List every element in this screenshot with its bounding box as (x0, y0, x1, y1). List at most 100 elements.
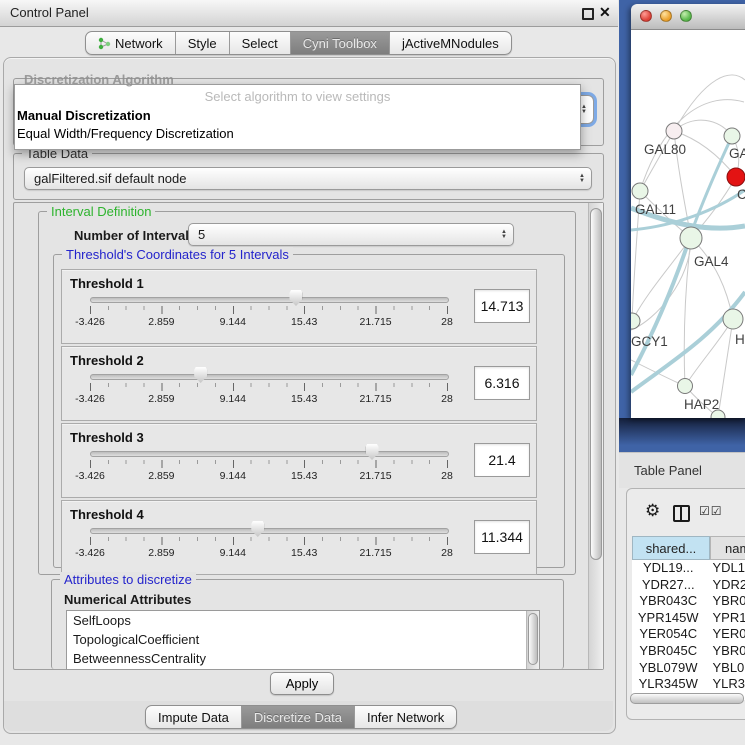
threshold-4-value-field[interactable] (474, 520, 530, 554)
threshold-3-tick-labels: -3.4262.8599.14415.4321.71528 (90, 470, 447, 482)
label-gcy1: GCY1 (631, 334, 668, 349)
threshold-3-value-field[interactable] (474, 443, 530, 477)
threshold-panel-3: Threshold 3 -3.4262.8599.14415.4321.7152… (61, 423, 537, 498)
algorithm-placeholder-option[interactable]: Select algorithm to view settings (15, 89, 580, 104)
attributes-group: Attributes to discretize Numerical Attri… (51, 579, 564, 669)
threshold-panel-4: Threshold 4 -3.4262.8599.14415.4321.7152… (61, 500, 537, 575)
list-scrollbar[interactable] (526, 611, 539, 669)
tab-infer-network[interactable]: Infer Network (355, 706, 456, 728)
threshold-1-ticks (90, 306, 448, 314)
threshold-4-slider-thumb[interactable] (251, 521, 264, 537)
list-item[interactable]: BetweennessCentrality (67, 649, 539, 668)
settings-scrollbar[interactable] (588, 203, 603, 669)
node-hap2[interactable] (678, 379, 693, 394)
zoom-traffic-light-icon[interactable] (680, 10, 692, 22)
threshold-1-value-field[interactable] (474, 289, 530, 323)
settings-scrollbar-thumb[interactable] (590, 208, 602, 560)
minimize-traffic-light-icon[interactable] (660, 10, 672, 22)
list-scrollbar-thumb[interactable] (528, 613, 538, 665)
threshold-3-label: Threshold 3 (70, 430, 144, 445)
table-panel-header: Table Panel (619, 452, 745, 488)
float-window-icon[interactable] (582, 8, 594, 20)
number-of-intervals-value: 5 (198, 227, 205, 242)
threshold-2-slider-thumb[interactable] (194, 367, 207, 383)
stepper-icon: ▲▼ (579, 174, 585, 184)
tab-discretize-data[interactable]: Discretize Data (242, 706, 355, 728)
tab-impute-data[interactable]: Impute Data (146, 706, 242, 728)
label-hap2: HAP2 (684, 397, 719, 412)
threshold-1-tick-labels: -3.4262.8599.14415.4321.71528 (90, 316, 447, 328)
network-icon (98, 37, 111, 50)
threshold-4-slider-track[interactable] (90, 528, 449, 534)
threshold-4-tick-labels: -3.4262.8599.14415.4321.71528 (90, 547, 447, 559)
attributes-title: Attributes to discretize (60, 572, 196, 587)
threshold-2-tick-labels: -3.4262.8599.14415.4321.71528 (90, 393, 447, 405)
label-gal80: GAL80 (644, 142, 686, 157)
threshold-3-slider-track[interactable] (90, 451, 449, 457)
tab-network[interactable]: Network (86, 32, 176, 54)
split-view-icon[interactable] (673, 505, 690, 522)
close-icon[interactable]: ✕ (599, 4, 611, 21)
threshold-4-label: Threshold 4 (70, 507, 144, 522)
table-data-selected: galFiltered.sif default node (34, 171, 186, 186)
column-header-shared-name[interactable]: shared... (632, 536, 710, 560)
node-gal11[interactable] (632, 183, 648, 199)
apply-button[interactable]: Apply (270, 672, 334, 695)
network-canvas[interactable]: GAL80 GA C GAL11 GAL4 GCY1 H HAP2 (631, 30, 745, 418)
table-row[interactable]: YBR045CYBR0 (632, 643, 745, 660)
table-row[interactable]: YDL19...YDL1 (632, 560, 745, 577)
threshold-2-slider-track[interactable] (90, 374, 449, 380)
node-top-right[interactable] (724, 128, 740, 144)
node-h[interactable] (723, 309, 743, 329)
list-item[interactable]: TopologicalCoefficient (67, 630, 539, 649)
tab-style[interactable]: Style (176, 32, 230, 54)
tab-jactivemnodules[interactable]: jActiveMNodules (390, 32, 511, 54)
node-gal80[interactable] (666, 123, 682, 139)
table-row[interactable]: YER054CYER0 (632, 626, 745, 643)
table-horizontal-scrollbar[interactable] (630, 693, 744, 704)
threshold-panel-2: Threshold 2 -3.4262.8599.14415.4321.7152… (61, 346, 537, 421)
node-table: YDL19...YDL1 YDR27...YDR2 YBR043CYBR0 YP… (632, 560, 745, 700)
interval-definition-title: Interval Definition (47, 204, 155, 219)
tab-cyni-toolbox[interactable]: Cyni Toolbox (291, 32, 390, 54)
label-ga: GA (729, 146, 745, 161)
control-panel-tabs: Network Style Select Cyni Toolbox jActiv… (85, 31, 512, 55)
algorithm-dropdown-popup: Select algorithm to view settings Manual… (14, 84, 581, 150)
algorithm-option-equal-width[interactable]: Equal Width/Frequency Discretization (17, 126, 234, 141)
threshold-2-value-field[interactable] (474, 366, 530, 400)
network-view-window: GAL80 GA C GAL11 GAL4 GCY1 H HAP2 (631, 4, 745, 418)
numerical-attributes-label: Numerical Attributes (64, 592, 191, 607)
window-shadow (619, 418, 745, 452)
threshold-1-label: Threshold 1 (70, 276, 144, 291)
threshold-3-slider-thumb[interactable] (366, 444, 379, 460)
column-header-name[interactable]: name (710, 536, 745, 560)
settings-scroll-panel: Interval Definition Number of Intervals … (13, 202, 604, 670)
table-data-combobox[interactable]: galFiltered.sif default node ▲▼ (24, 167, 592, 190)
number-of-intervals-combobox[interactable]: 5 ▲▼ (188, 223, 514, 246)
gear-icon[interactable]: ⚙ (645, 501, 660, 521)
list-item[interactable]: SelfLoops (67, 611, 539, 630)
table-row[interactable]: YDR27...YDR2 (632, 577, 745, 594)
tab-select[interactable]: Select (230, 32, 291, 54)
table-row[interactable]: YPR145WYPR1 (632, 610, 745, 627)
bottom-tabs: Impute Data Discretize Data Infer Networ… (145, 705, 457, 729)
table-row[interactable]: YBR043CYBR0 (632, 593, 745, 610)
label-gal11: GAL11 (635, 202, 676, 217)
select-columns-icons[interactable]: ☑☑ (699, 504, 723, 518)
table-panel-title: Table Panel (634, 463, 702, 478)
label-c: C (737, 187, 745, 202)
panel-title: Control Panel (10, 5, 89, 20)
label-gal4: GAL4 (694, 254, 729, 269)
algorithm-option-manual[interactable]: Manual Discretization (17, 108, 151, 123)
threshold-1-slider-track[interactable] (90, 297, 449, 303)
node-gal4[interactable] (680, 227, 702, 249)
thresholds-title: Threshold's Coordinates for 5 Intervals (62, 247, 293, 262)
table-data-group: Table Data galFiltered.sif default node … (13, 153, 604, 200)
table-row[interactable]: YBL079WYBL0 (632, 660, 745, 677)
close-traffic-light-icon[interactable] (640, 10, 652, 22)
node-red-selected[interactable] (727, 168, 745, 186)
threshold-1-slider-thumb[interactable] (289, 290, 302, 306)
network-window-titlebar (631, 4, 745, 30)
numerical-attributes-listbox: SelfLoops TopologicalCoefficient Between… (66, 610, 540, 670)
table-row[interactable]: YLR345WYLR3 (632, 676, 745, 693)
